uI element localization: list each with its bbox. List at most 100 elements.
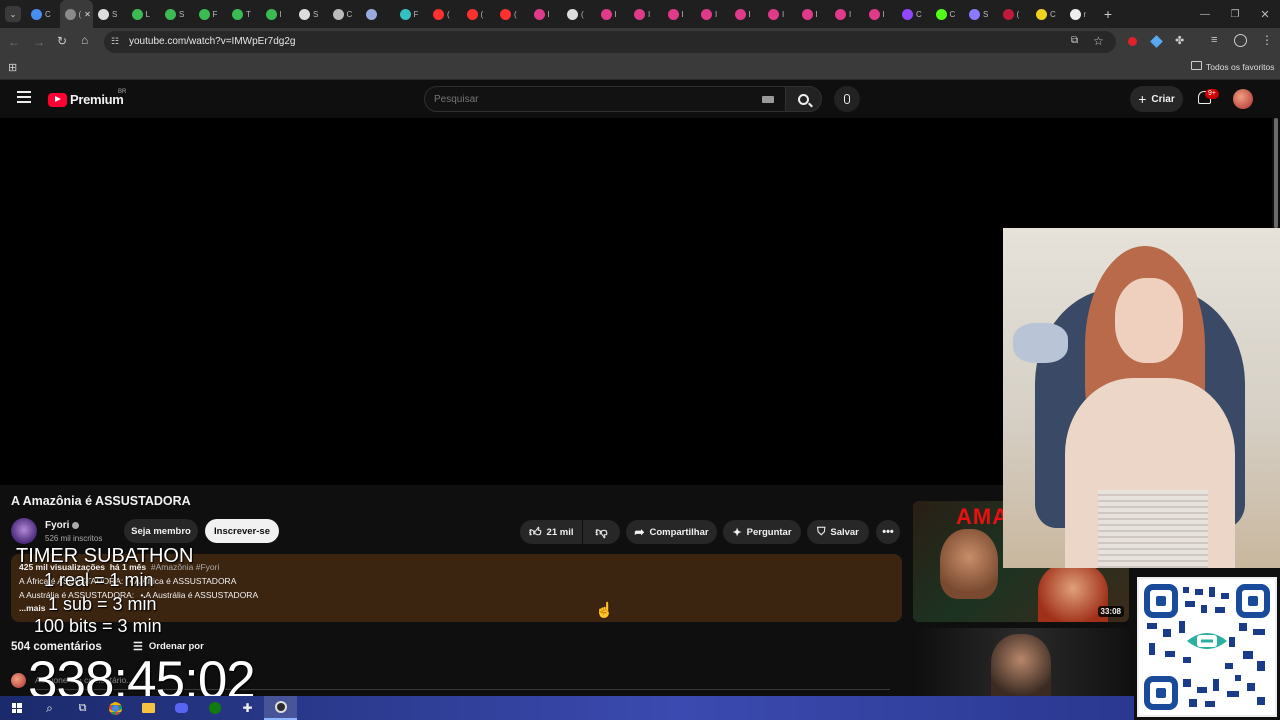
tab-title: C bbox=[45, 9, 51, 19]
tab-favicon-icon bbox=[634, 8, 645, 20]
more-horizontal-icon: ••• bbox=[882, 526, 894, 538]
minimize-button[interactable]: — bbox=[1190, 9, 1220, 20]
browser-tab[interactable]: S bbox=[964, 0, 998, 28]
voice-search-button[interactable] bbox=[834, 86, 860, 112]
browser-tab[interactable]: I bbox=[629, 0, 663, 28]
user-avatar[interactable] bbox=[1233, 89, 1253, 109]
ask-button[interactable]: ✦ Perguntar bbox=[723, 520, 801, 544]
hamburger-menu-icon[interactable] bbox=[17, 91, 31, 103]
close-window-button[interactable]: ✕ bbox=[1250, 8, 1280, 21]
dislike-button[interactable]: 👎︎ bbox=[583, 520, 620, 544]
more-actions-button[interactable]: ••• bbox=[876, 520, 900, 544]
browser-menu-icon[interactable]: ⋮ bbox=[1261, 33, 1273, 47]
browser-tab[interactable]: ( bbox=[998, 0, 1032, 28]
page-scrollbar-thumb[interactable] bbox=[1274, 118, 1278, 228]
reload-button[interactable]: ↻ bbox=[57, 34, 67, 48]
youtube-logo[interactable]: Premium bbox=[48, 92, 124, 107]
recommended-video-thumbnail-2[interactable] bbox=[913, 628, 1129, 698]
browser-tab[interactable]: I bbox=[797, 0, 831, 28]
windows-start-button[interactable] bbox=[0, 696, 33, 720]
forward-button[interactable]: → bbox=[33, 35, 45, 49]
tab-title: r bbox=[1083, 9, 1087, 19]
taskbar-search-button[interactable]: ⌕ bbox=[33, 696, 66, 720]
search-input-container[interactable] bbox=[424, 86, 786, 112]
profile-icon[interactable] bbox=[1234, 34, 1247, 47]
tab-title: ( bbox=[480, 9, 484, 19]
browser-tab[interactable]: F bbox=[194, 0, 228, 28]
apps-grid-icon[interactable]: ⊞ bbox=[8, 61, 17, 74]
browser-tab[interactable]: S bbox=[160, 0, 194, 28]
browser-tab[interactable]: r bbox=[1065, 0, 1099, 28]
like-button[interactable]: 👍︎ 21 mil bbox=[520, 520, 582, 544]
browser-tab[interactable]: I bbox=[663, 0, 697, 28]
browser-tab[interactable]: I bbox=[596, 0, 630, 28]
browser-tab[interactable]: I bbox=[763, 0, 797, 28]
browser-tab[interactable] bbox=[361, 0, 395, 28]
extensions-puzzle-icon[interactable]: ✤ bbox=[1175, 34, 1184, 47]
browser-tab[interactable]: ( bbox=[562, 0, 596, 28]
browser-tab[interactable]: C bbox=[897, 0, 931, 28]
browser-tab[interactable]: ( bbox=[428, 0, 462, 28]
site-info-icon[interactable]: ☷ bbox=[111, 36, 119, 47]
taskbar-file-explorer-button[interactable] bbox=[132, 696, 165, 720]
tab-favicon-icon bbox=[835, 8, 846, 20]
browser-tab[interactable]: C bbox=[1031, 0, 1065, 28]
tab-favicon-icon bbox=[232, 8, 243, 20]
tab-close-icon[interactable]: ✕ bbox=[84, 10, 91, 19]
taskbar-discord-button[interactable] bbox=[165, 696, 198, 720]
join-button[interactable]: Seja membro bbox=[124, 519, 198, 543]
search-button[interactable] bbox=[785, 86, 822, 112]
browser-tab[interactable]: T bbox=[227, 0, 261, 28]
browser-tab[interactable]: (✕ bbox=[59, 0, 93, 28]
browser-tab[interactable]: ( bbox=[495, 0, 529, 28]
task-view-button[interactable]: ⧉ bbox=[66, 696, 99, 720]
video-title: A Amazônia é ASSUSTADORA bbox=[11, 494, 191, 508]
restore-button[interactable]: ❐ bbox=[1220, 9, 1250, 20]
taskbar-obs-button[interactable] bbox=[264, 696, 297, 720]
search-input[interactable] bbox=[434, 91, 754, 107]
browser-tab[interactable]: F bbox=[395, 0, 429, 28]
bookmarks-bar bbox=[0, 56, 1280, 80]
save-button[interactable]: ⛉ Salvar bbox=[807, 520, 869, 544]
browser-tab[interactable]: C bbox=[26, 0, 60, 28]
taskbar-app-button[interactable]: ✚ bbox=[231, 696, 264, 720]
keyboard-icon[interactable] bbox=[762, 96, 774, 103]
subscribe-button[interactable]: Inscrever-se bbox=[205, 519, 279, 543]
reading-list-icon[interactable]: ≡ bbox=[1211, 34, 1217, 46]
webcam-plush bbox=[1013, 323, 1068, 363]
tab-favicon-icon bbox=[801, 8, 813, 20]
channel-name[interactable]: Fyori bbox=[45, 520, 69, 531]
browser-tab[interactable]: ( bbox=[462, 0, 496, 28]
taskbar-xbox-button[interactable] bbox=[198, 696, 231, 720]
verified-icon bbox=[72, 522, 79, 529]
browser-tab[interactable]: S bbox=[93, 0, 127, 28]
browser-tab[interactable]: I bbox=[261, 0, 295, 28]
tab-favicon-icon bbox=[768, 8, 779, 20]
browser-tab[interactable]: S bbox=[294, 0, 328, 28]
new-tab-button[interactable]: + bbox=[1098, 6, 1118, 22]
browser-tab[interactable]: I bbox=[730, 0, 764, 28]
browser-tab[interactable]: C bbox=[328, 0, 362, 28]
browser-tab[interactable]: C bbox=[931, 0, 965, 28]
show-more-link[interactable]: ...mais bbox=[19, 603, 45, 613]
browser-tab[interactable]: I bbox=[830, 0, 864, 28]
install-app-icon[interactable]: ⧉ bbox=[1071, 35, 1078, 46]
channel-avatar[interactable] bbox=[11, 518, 37, 544]
browser-tab[interactable]: I bbox=[864, 0, 898, 28]
tab-title: S bbox=[112, 9, 118, 19]
extension-red-icon[interactable] bbox=[1128, 37, 1137, 46]
share-button[interactable]: ➦ Compartilhar bbox=[626, 520, 717, 544]
tab-favicon-icon bbox=[701, 8, 712, 20]
back-button[interactable]: ← bbox=[8, 35, 20, 49]
description-link-2[interactable]: • A Austrália é ASSUSTADORA bbox=[141, 590, 259, 600]
browser-tab[interactable]: I bbox=[696, 0, 730, 28]
browser-tab[interactable]: I bbox=[529, 0, 563, 28]
windows-taskbar: ⌕ ⧉ ✚ bbox=[0, 696, 1134, 720]
taskbar-chrome-button[interactable] bbox=[99, 696, 132, 720]
bookmark-star-icon[interactable]: ☆ bbox=[1093, 34, 1104, 48]
tab-search-button[interactable]: ⌄ bbox=[0, 0, 26, 28]
browser-tab[interactable]: L bbox=[127, 0, 161, 28]
create-button[interactable]: + Criar bbox=[1130, 86, 1183, 112]
home-button[interactable]: ⌂ bbox=[81, 33, 88, 47]
all-bookmarks-link[interactable]: Todos os favoritos bbox=[1206, 62, 1275, 72]
